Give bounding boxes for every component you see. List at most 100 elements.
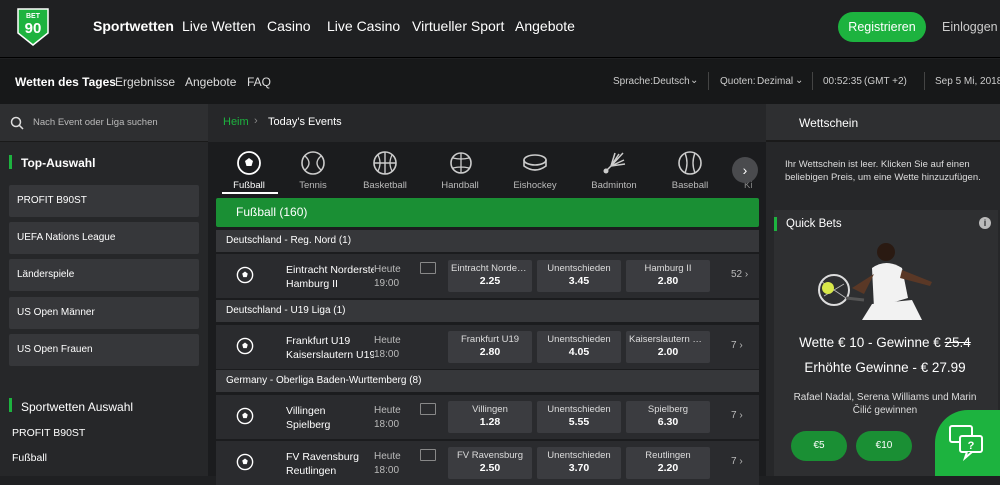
odds-home[interactable]: Villingen 1.28: [448, 401, 532, 433]
more-markets-link[interactable]: 7 ›: [731, 340, 743, 351]
promo-line-2: Erhöhte Gewinne - € 27.99: [804, 360, 966, 375]
divider: [924, 72, 925, 90]
bet90-logo[interactable]: BET 90: [16, 7, 50, 47]
odds-home[interactable]: Frankfurt U19 2.80: [448, 331, 532, 363]
odds-draw[interactable]: Unentschieden 5.55: [537, 401, 621, 433]
divider: [812, 72, 813, 90]
tab-basketball[interactable]: Basketball: [350, 148, 420, 194]
event-row[interactable]: FV Ravensburg Reutlingen Heute 18:00 FV Ra…: [216, 441, 759, 485]
odds-label: Villingen: [472, 404, 508, 415]
chevron-down-icon: ⌄: [690, 75, 699, 86]
left-item-laenderspiele[interactable]: Länderspiele: [9, 259, 199, 291]
soccer-ball-icon: [236, 266, 254, 284]
odds-label: FV Ravensburg: [456, 450, 523, 461]
info-icon[interactable]: i: [979, 217, 991, 229]
nav-angebote[interactable]: Angebote: [515, 18, 575, 34]
register-button[interactable]: Registrieren: [838, 12, 926, 42]
odds-away[interactable]: Spielberg 6.30: [626, 401, 710, 433]
stake-10-button[interactable]: €10: [856, 431, 912, 461]
stats-icon[interactable]: [420, 403, 436, 415]
event-row[interactable]: Eintracht Norderstedt Hamburg II Heute 19:…: [216, 254, 759, 298]
subnav-ergebnisse[interactable]: Ergebnisse: [115, 75, 175, 89]
league-header[interactable]: Germany - Oberliga Baden-Wurttemberg (8): [216, 370, 759, 392]
odds-draw[interactable]: Unentschieden 4.05: [537, 331, 621, 363]
tab-fussball[interactable]: Fußball: [214, 148, 284, 194]
tab-label: Tennis: [299, 180, 327, 191]
odds-value: 4.05: [568, 346, 590, 358]
left-item-profit[interactable]: PROFIT B90ST: [9, 185, 199, 217]
odds-away[interactable]: Reutlingen 2.20: [626, 447, 710, 479]
odds-draw[interactable]: Unentschieden 3.70: [537, 447, 621, 479]
tab-baseball[interactable]: Baseball: [655, 148, 725, 194]
league-header[interactable]: Deutschland - U19 Liga (1): [216, 300, 759, 322]
event-row[interactable]: Villingen Spielberg Heute 18:00 Villingen 1…: [216, 395, 759, 439]
odds-label: Unentschieden: [547, 404, 611, 415]
left-item-us-open-men[interactable]: US Open Männer: [9, 297, 199, 329]
scroll-right-button[interactable]: ›: [732, 157, 758, 183]
event-teams[interactable]: Frankfurt U19 Kaiserslautern U19: [286, 334, 374, 362]
section-marker: [9, 155, 12, 169]
odds-value: 3.70: [568, 462, 590, 474]
soccer-ball-icon: [237, 151, 261, 175]
subnav-angebote[interactable]: Angebote: [185, 75, 236, 89]
home-team: Frankfurt U19: [286, 335, 351, 347]
betslip-title[interactable]: Wettschein: [766, 104, 1000, 142]
event-teams[interactable]: Eintracht Norderstedt Hamburg II: [286, 263, 374, 291]
more-markets-link[interactable]: 52 ›: [731, 269, 748, 280]
odds-draw[interactable]: Unentschieden 3.45: [537, 260, 621, 292]
chat-button[interactable]: ?: [935, 410, 1000, 476]
search-input[interactable]: Nach Event oder Liga suchen: [33, 117, 158, 128]
odds-select[interactable]: Dezimal: [757, 76, 793, 87]
odds-away[interactable]: Hamburg II 2.80: [626, 260, 710, 292]
active-tab-indicator: [222, 192, 278, 194]
odds-away[interactable]: Kaiserslautern U19 2.00: [626, 331, 710, 363]
stats-icon[interactable]: [420, 262, 436, 274]
event-time: Heute 18:00: [374, 334, 401, 362]
stats-icon[interactable]: [420, 449, 436, 461]
stake-5-button[interactable]: €5: [791, 431, 847, 461]
nav-virtueller-sport[interactable]: Virtueller Sport: [412, 18, 504, 34]
tab-label: Fußball: [233, 180, 265, 191]
event-day: Heute: [374, 405, 401, 416]
odds-label: Quoten:: [720, 76, 756, 87]
event-time: Heute 19:00: [374, 263, 401, 291]
event-row[interactable]: Frankfurt U19 Kaiserslautern U19 Heute 18:…: [216, 325, 759, 369]
logo-top-text: BET: [26, 13, 40, 20]
sport-link-profit[interactable]: PROFIT B90ST: [12, 427, 85, 439]
breadcrumb-current: Today's Events: [268, 116, 342, 128]
league-header[interactable]: Deutschland - Reg. Nord (1): [216, 230, 759, 252]
promo-text: Wette € 10 - Gewinne €: [799, 335, 941, 350]
tab-handball[interactable]: Handball: [425, 148, 495, 194]
login-link[interactable]: Einloggen: [942, 20, 998, 34]
odds-home[interactable]: Eintracht Norderstedt 2.25: [448, 260, 532, 292]
odds-value: 2.80: [479, 346, 501, 358]
nav-casino[interactable]: Casino: [267, 18, 311, 34]
more-markets-link[interactable]: 7 ›: [731, 410, 743, 421]
more-markets-link[interactable]: 7 ›: [731, 456, 743, 467]
search-bar[interactable]: Nach Event oder Liga suchen: [0, 104, 208, 142]
nav-live-casino[interactable]: Live Casino: [327, 18, 400, 34]
svg-text:?: ?: [968, 440, 975, 452]
soccer-ball-icon: [236, 453, 254, 471]
sport-section-header[interactable]: Fußball (160): [216, 198, 759, 227]
event-teams[interactable]: Villingen Spielberg: [286, 404, 374, 432]
event-day: Heute: [374, 264, 401, 275]
nav-live-wetten[interactable]: Live Wetten: [182, 18, 256, 34]
tab-eishockey[interactable]: Eishockey: [500, 148, 570, 194]
quick-bets-title: Quick Bets: [786, 218, 842, 230]
subnav-wetten-des-tages[interactable]: Wetten des Tages: [15, 75, 116, 89]
event-teams[interactable]: FV Ravensburg Reutlingen: [286, 450, 374, 478]
event-clock: 19:00: [374, 278, 400, 289]
nav-sportwetten[interactable]: Sportwetten: [93, 18, 174, 34]
breadcrumb-home[interactable]: Heim: [223, 116, 249, 128]
tab-badminton[interactable]: Badminton: [579, 148, 649, 194]
language-select[interactable]: Deutsch: [653, 76, 690, 87]
home-team: Eintracht Norderstedt: [286, 264, 374, 276]
odds-home[interactable]: FV Ravensburg 2.50: [448, 447, 532, 479]
tab-tennis[interactable]: Tennis: [278, 148, 348, 194]
subnav-faq[interactable]: FAQ: [247, 75, 271, 89]
sport-link-fussball[interactable]: Fußball: [12, 452, 47, 464]
left-item-nations-league[interactable]: UEFA Nations League: [9, 222, 199, 254]
left-item-us-open-women[interactable]: US Open Frauen: [9, 334, 199, 366]
current-date: Sep 5 Mi, 2018: [935, 76, 1000, 87]
